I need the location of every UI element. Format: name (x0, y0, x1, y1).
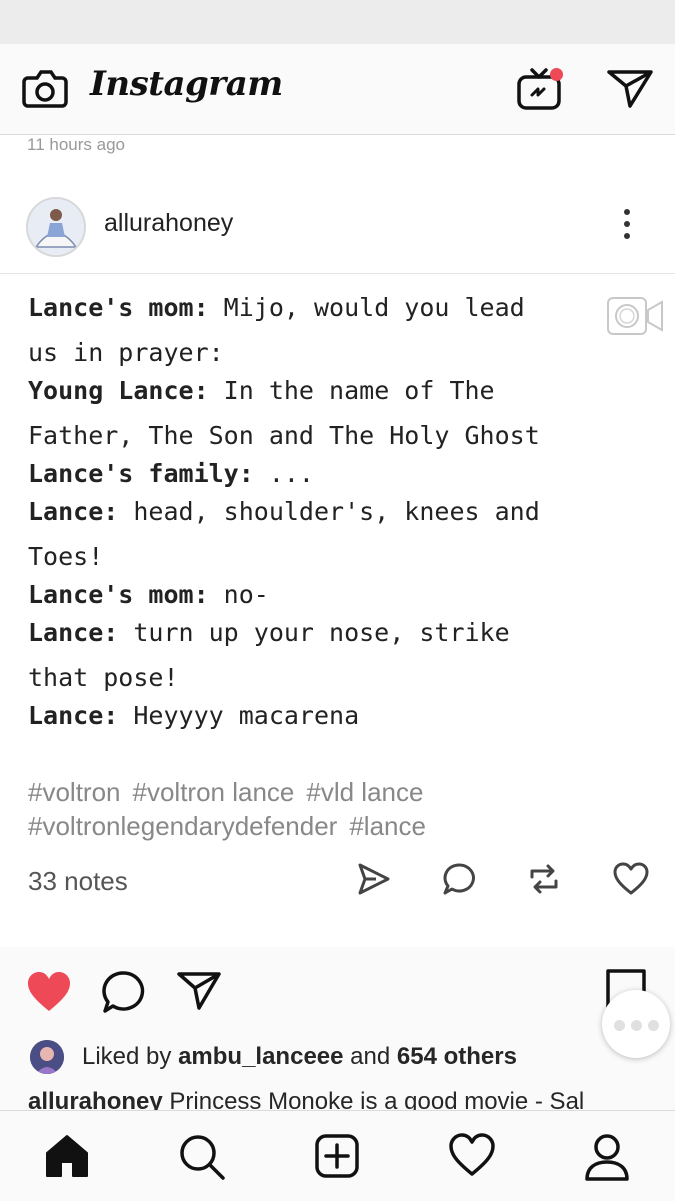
share-icon[interactable] (176, 970, 222, 1012)
notes-count: 33 notes (28, 866, 128, 896)
liked-by-user[interactable]: ambu_lanceee (178, 1043, 343, 1070)
tag: #voltron lance (132, 777, 295, 807)
video-icon (607, 297, 663, 335)
post-image: 11 hours ago allurahoney Lance's mom: Mi… (0, 135, 675, 947)
dialog-line: Lance: Heyyyy macarena (28, 701, 360, 730)
dialog-line: Lance's mom: no- (28, 580, 269, 609)
liked-by-count[interactable]: 654 others (397, 1043, 517, 1070)
status-bar (0, 0, 675, 44)
liked-by-prefix: Liked by (82, 1043, 179, 1070)
post-caption: allurahoney Princess Monoke is a good mo… (28, 1088, 668, 1110)
dialog-line: Lance: head, shoulder's, knees and (28, 497, 540, 526)
tumblr-post-header (0, 187, 675, 274)
post-timestamp: 11 hours ago (27, 135, 125, 154)
comment-icon[interactable] (102, 970, 146, 1014)
tag: #voltronlegendarydefender (28, 811, 338, 841)
add-post-icon[interactable] (314, 1133, 360, 1179)
caption-text: Princess Monoke is a good movie - Sal (162, 1088, 585, 1110)
caption-username[interactable]: allurahoney (28, 1088, 163, 1110)
dialog-line: Lance's mom: Mijo, would you lead (28, 293, 525, 322)
direct-icon[interactable] (606, 68, 654, 110)
tumblr-avatar (26, 197, 86, 257)
floating-more-button[interactable] (602, 990, 670, 1058)
profile-icon[interactable] (584, 1133, 630, 1181)
dialog-line: that pose! (28, 663, 179, 692)
notification-dot (550, 68, 563, 81)
home-icon[interactable] (44, 1133, 90, 1179)
dialog-line: Lance's family: ... (28, 459, 314, 488)
top-bar: Instagram (0, 44, 675, 135)
tumblr-tags: #voltron #voltron lance #vld lance #voltro… (28, 775, 438, 843)
instagram-logo: Instagram (90, 64, 283, 104)
activity-icon[interactable] (448, 1133, 496, 1177)
tumblr-username: allurahoney (104, 209, 234, 237)
dialog-line: Lance: turn up your nose, strike (28, 618, 510, 647)
liked-by-and: and (343, 1043, 397, 1070)
dialog-line: Father, The Son and The Holy Ghost (28, 421, 540, 450)
tag: #voltron (28, 777, 121, 807)
reblog-icon (530, 864, 558, 894)
dialog-line: Toes! (28, 542, 104, 571)
search-icon[interactable] (178, 1133, 226, 1181)
like-icon (613, 862, 649, 895)
dialog-line: us in prayer: (28, 338, 224, 367)
reply-icon (443, 863, 475, 895)
camera-icon[interactable] (22, 68, 68, 110)
dialog-line: Young Lance: In the name of The (28, 376, 495, 405)
tag: #vld lance (306, 777, 424, 807)
share-icon (358, 863, 390, 895)
liker-avatar (30, 1040, 64, 1074)
more-options-icon (624, 209, 634, 245)
bottom-nav (0, 1110, 675, 1201)
tag: #lance (349, 811, 426, 841)
heart-icon[interactable] (26, 970, 72, 1014)
